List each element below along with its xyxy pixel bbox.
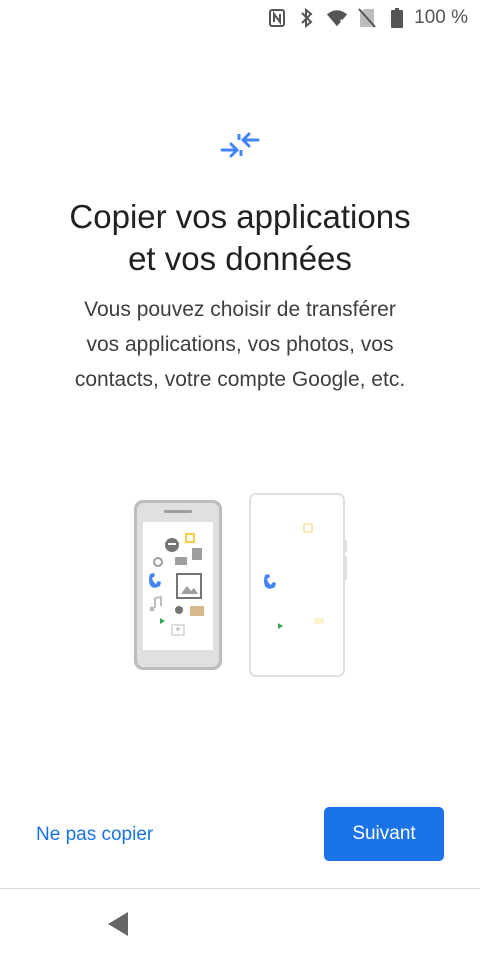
status-bar: 100 % — [0, 0, 480, 36]
page-description: Vous pouvez choisir de transférer vos ap… — [20, 292, 460, 397]
description-line-2: vos applications, vos photos, vos — [86, 333, 394, 356]
bluetooth-icon — [296, 7, 318, 29]
no-sim-icon — [356, 7, 378, 29]
description-line-3: contacts, votre compte Google, etc. — [74, 368, 406, 391]
wifi-icon — [326, 7, 348, 29]
new-phone-illustration — [249, 493, 347, 677]
next-button[interactable]: Suivant — [324, 807, 444, 861]
page-title: Copier vos applications et vos données — [20, 196, 460, 280]
title-line-2: et vos données — [128, 240, 352, 277]
title-line-1: Copier vos applications — [69, 198, 411, 235]
battery-percentage: 100 % — [414, 7, 468, 28]
skip-copy-button[interactable]: Ne pas copier — [36, 815, 153, 855]
setup-screen: 100 % Copier vos applications et vos don… — [0, 0, 480, 960]
two-phones-transfer-illustration — [128, 490, 358, 680]
transfer-arrows-icon — [219, 128, 261, 164]
nav-bar-divider — [0, 888, 480, 889]
back-triangle-icon[interactable] — [106, 910, 134, 938]
nfc-icon — [266, 7, 288, 29]
old-phone-illustration — [134, 500, 222, 670]
description-line-1: Vous pouvez choisir de transférer — [84, 298, 396, 321]
battery-icon — [386, 7, 408, 29]
